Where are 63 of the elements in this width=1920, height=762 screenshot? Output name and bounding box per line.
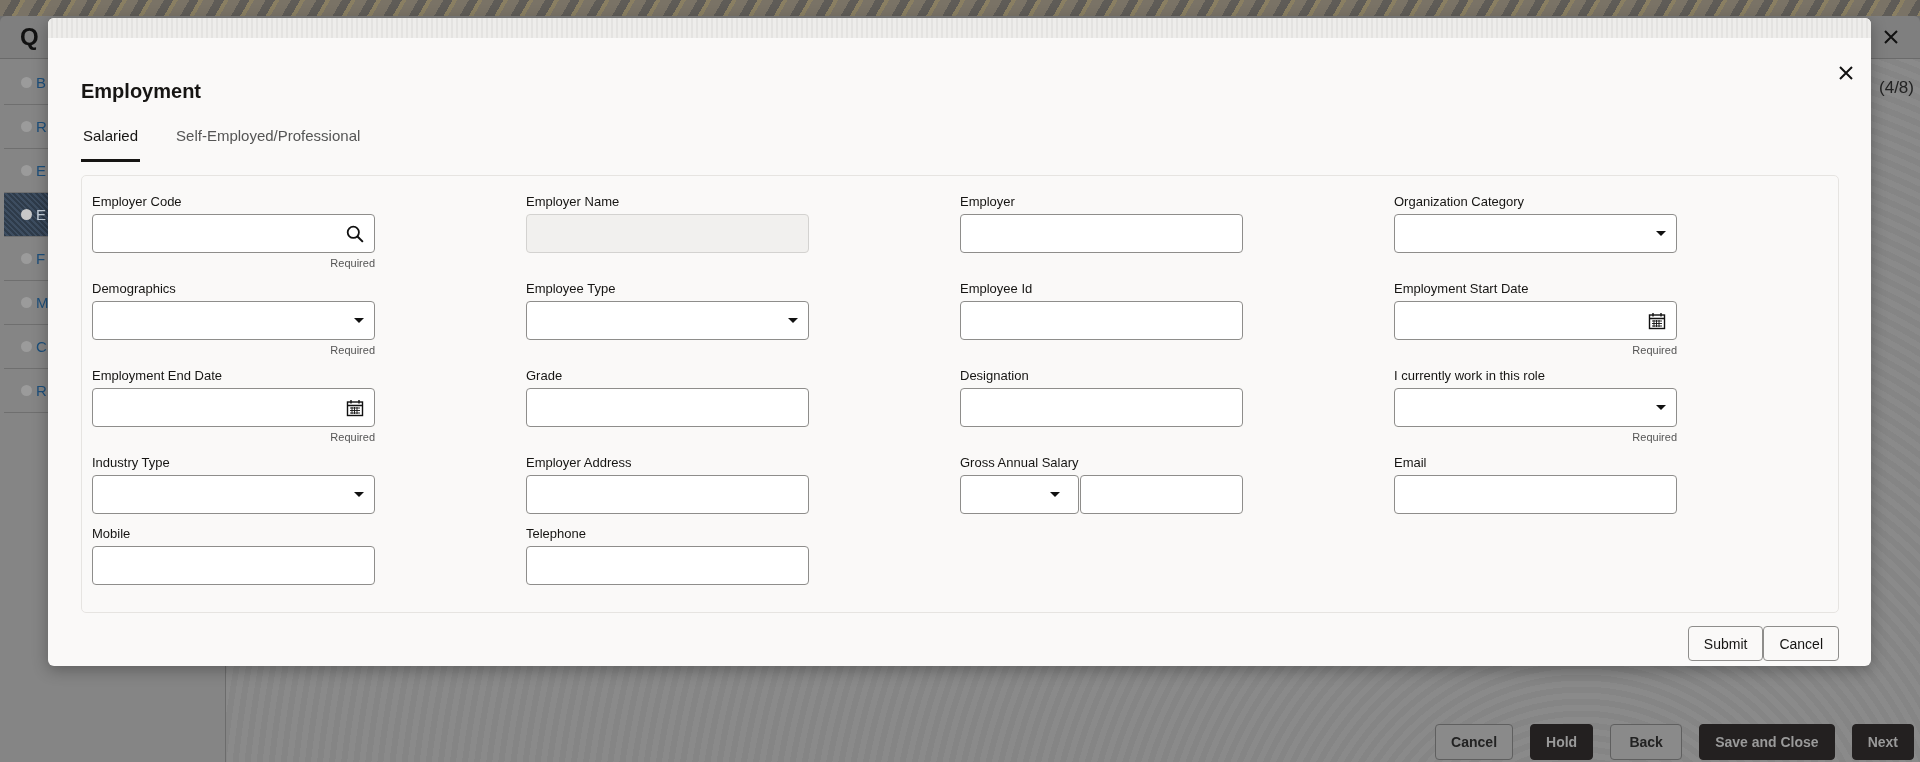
field-label: Telephone <box>526 526 587 541</box>
select-field[interactable] <box>92 475 375 514</box>
amount-field[interactable] <box>1080 475 1243 514</box>
input-field[interactable] <box>526 475 809 514</box>
field-label: Organization Category <box>1394 194 1526 209</box>
input-field[interactable] <box>1394 475 1677 514</box>
field-label: Gross Annual Salary <box>960 455 1080 470</box>
input-field[interactable] <box>960 388 1243 427</box>
search-field[interactable] <box>92 214 375 253</box>
footer-button[interactable]: Cancel <box>1435 724 1514 760</box>
field-label: Employee Type <box>526 281 617 296</box>
calendar-icon[interactable] <box>1648 311 1666 330</box>
field-label: Industry Type <box>92 455 171 470</box>
input-field[interactable] <box>960 301 1243 340</box>
page-title: Q <box>20 23 39 51</box>
field-label: Employment Start Date <box>1394 281 1530 296</box>
currency-select[interactable] <box>960 475 1079 514</box>
close-icon[interactable] <box>1839 66 1853 80</box>
footer-button[interactable]: Save and Close <box>1699 724 1835 760</box>
dialog-button[interactable]: Cancel <box>1763 626 1839 661</box>
required-hint: Required <box>330 344 375 356</box>
step-counter: (4/8) <box>1879 78 1914 98</box>
search-icon[interactable] <box>346 224 364 243</box>
footer-button[interactable]: Hold <box>1530 724 1594 760</box>
date-field[interactable] <box>92 388 375 427</box>
caret-icon <box>354 492 364 497</box>
select-field[interactable] <box>92 301 375 340</box>
required-hint: Required <box>1632 344 1677 356</box>
field-label: Employee Id <box>960 281 1034 296</box>
field-label: Designation <box>960 368 1030 383</box>
input-field[interactable] <box>92 546 375 585</box>
dialog-title: Employment <box>81 80 203 103</box>
select-field[interactable] <box>526 301 809 340</box>
field-label: Grade <box>526 368 564 383</box>
required-hint: Required <box>1632 431 1677 443</box>
input-field[interactable] <box>526 546 809 585</box>
field-label: Mobile <box>92 526 132 541</box>
input-field[interactable] <box>526 388 809 427</box>
field-label: Employer <box>960 194 1016 209</box>
select-field[interactable] <box>1394 214 1677 253</box>
input-field[interactable] <box>960 214 1243 253</box>
dialog-button[interactable]: Submit <box>1687 626 1764 661</box>
tab[interactable]: Salaried <box>81 127 141 162</box>
field-label: Employer Code <box>92 194 183 209</box>
field-label: Demographics <box>92 281 177 296</box>
caret-icon <box>1050 492 1060 497</box>
field-label: Employment End Date <box>92 368 224 383</box>
footer-button[interactable]: Next <box>1851 724 1914 760</box>
required-hint: Required <box>330 431 375 443</box>
select-field[interactable] <box>1394 388 1677 427</box>
field-label: Employer Address <box>526 455 633 470</box>
field-label: Email <box>1394 455 1428 470</box>
date-field[interactable] <box>1394 301 1677 340</box>
field-label: Employer Name <box>526 194 621 209</box>
required-hint: Required <box>330 257 375 269</box>
caret-icon <box>1656 405 1666 410</box>
footer-button[interactable]: Back <box>1610 724 1683 760</box>
caret-icon <box>1656 231 1666 236</box>
calendar-icon[interactable] <box>346 398 364 417</box>
caret-icon <box>354 318 364 323</box>
caret-icon <box>788 318 798 323</box>
field-label: I currently work in this role <box>1394 368 1546 383</box>
tab[interactable]: Self-Employed/Professional <box>174 127 363 162</box>
